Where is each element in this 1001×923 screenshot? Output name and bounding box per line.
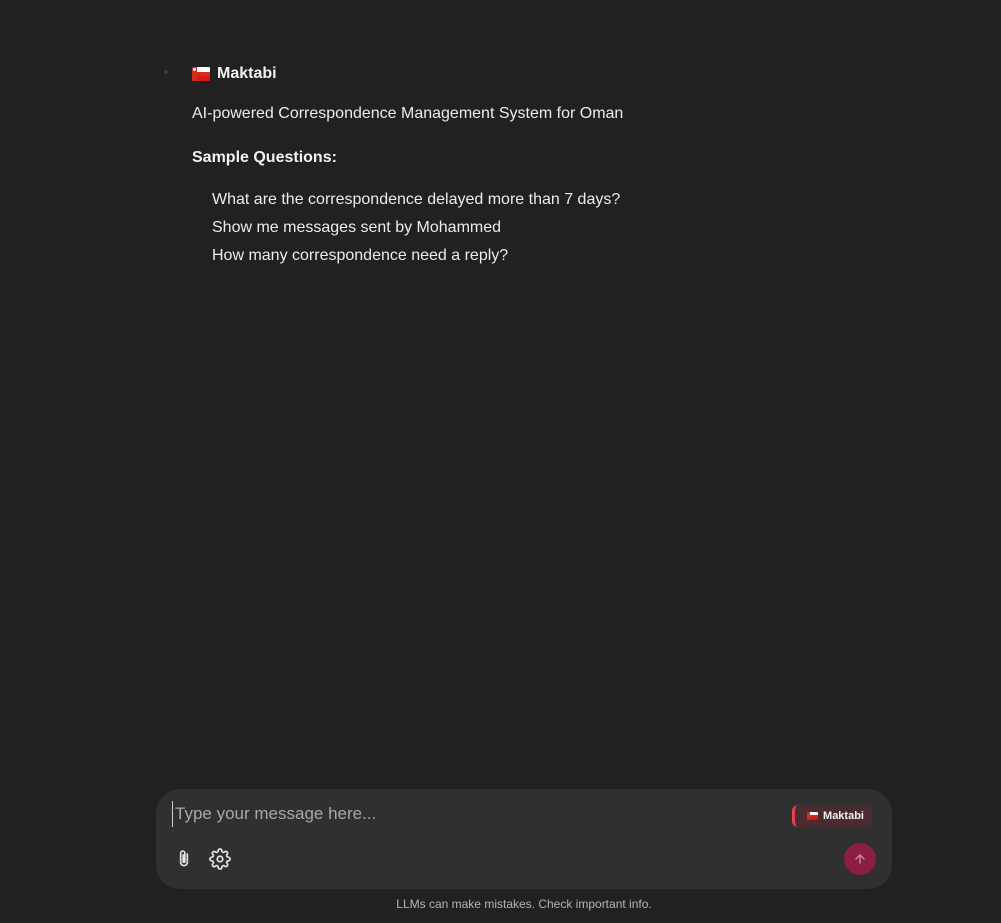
settings-button[interactable] (206, 845, 234, 873)
oman-flag-icon (807, 812, 819, 820)
attach-button[interactable] (170, 845, 198, 873)
sample-question[interactable]: What are the correspondence delayed more… (212, 186, 860, 214)
model-badge-label: Maktabi (823, 810, 864, 822)
chat-page: Maktabi AI-powered Correspondence Manage… (0, 0, 1001, 923)
assistant-name: Maktabi (217, 65, 277, 82)
sample-questions-list: What are the correspondence delayed more… (212, 186, 860, 270)
disclaimer-note: LLMs can make mistakes. Check important … (396, 897, 652, 911)
model-badge[interactable]: Maktabi (792, 805, 872, 827)
assistant-description: AI-powered Correspondence Management Sys… (192, 105, 624, 122)
message-title: Maktabi (192, 60, 860, 88)
gear-icon (209, 848, 231, 870)
send-button[interactable] (844, 843, 876, 875)
oman-flag-icon (192, 67, 210, 81)
message-composer: Maktabi (156, 789, 892, 889)
sample-question[interactable]: Show me messages sent by Mohammed (212, 214, 860, 242)
message-body: Maktabi AI-powered Correspondence Manage… (192, 60, 860, 270)
paperclip-icon (179, 850, 189, 867)
sample-questions-heading: Sample Questions: (192, 149, 337, 166)
arrow-up-icon (855, 854, 865, 864)
avatar (164, 70, 168, 74)
message-input[interactable] (172, 801, 735, 827)
assistant-message: Maktabi AI-powered Correspondence Manage… (160, 60, 860, 270)
sample-question[interactable]: How many correspondence need a reply? (212, 242, 860, 270)
